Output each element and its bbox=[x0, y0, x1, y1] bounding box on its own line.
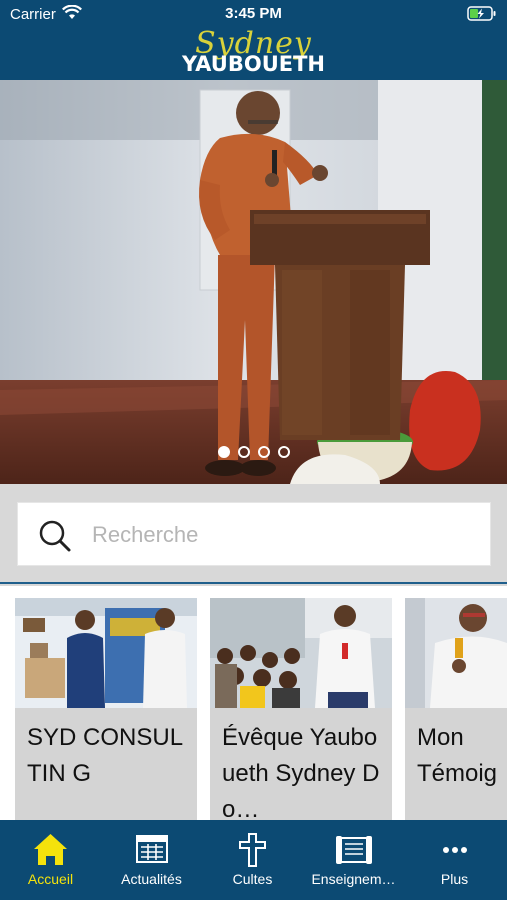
clock: 3:45 PM bbox=[225, 5, 282, 22]
search-box[interactable] bbox=[17, 502, 491, 566]
card-title: SYD CONSULTIN G bbox=[27, 724, 184, 787]
tab-label: Accueil bbox=[27, 871, 74, 887]
tab-actualites[interactable]: Actualités bbox=[101, 820, 202, 900]
card-image bbox=[15, 598, 197, 708]
card-image bbox=[405, 598, 507, 708]
carousel-dot-1[interactable] bbox=[217, 446, 230, 458]
tab-accueil[interactable]: Accueil bbox=[0, 820, 101, 900]
tab-plus[interactable]: Plus bbox=[404, 820, 507, 900]
search-section bbox=[0, 484, 507, 584]
tab-cultes[interactable]: Cultes bbox=[202, 820, 303, 900]
card-eveque[interactable]: Évêque Yauboueth Sydney Do… bbox=[210, 598, 392, 820]
home-icon bbox=[0, 832, 101, 868]
newspaper-icon bbox=[101, 832, 202, 868]
carousel-dot-4[interactable] bbox=[277, 446, 290, 458]
hero-photo bbox=[0, 80, 507, 484]
card-syd-consulting[interactable]: SYD CONSULTIN G bbox=[15, 598, 197, 820]
carousel-dot-2[interactable] bbox=[237, 446, 250, 458]
battery-charging-icon bbox=[467, 6, 497, 26]
app-logo: Sydney YAUBOUETH bbox=[0, 26, 507, 80]
carousel-indicator[interactable] bbox=[0, 446, 507, 458]
tab-label: Plus bbox=[440, 871, 469, 887]
tab-label: Cultes bbox=[232, 871, 273, 887]
hero-carousel[interactable] bbox=[0, 80, 507, 484]
cross-icon bbox=[202, 832, 303, 868]
bottom-tab-bar: Accueil Actualités Cultes Enseignem… Plu… bbox=[0, 820, 507, 900]
tab-enseignements[interactable]: Enseignem… bbox=[303, 820, 404, 900]
more-icon bbox=[404, 832, 505, 868]
tab-label: Enseignem… bbox=[311, 871, 396, 887]
app-header: Sydney YAUBOUETH bbox=[0, 26, 507, 80]
search-input[interactable] bbox=[92, 515, 472, 555]
card-title: Mon Témoig bbox=[417, 724, 498, 787]
tab-label: Actualités bbox=[121, 871, 182, 887]
search-icon[interactable] bbox=[38, 519, 72, 558]
status-bar: Carrier 3:45 PM bbox=[0, 0, 507, 28]
card-image bbox=[210, 598, 392, 708]
card-title: Évêque Yauboueth Sydney Do… bbox=[222, 724, 380, 820]
category-carousel[interactable]: SYD CONSULTIN G Évêque Yauboueth Sydney … bbox=[0, 586, 507, 820]
scroll-icon bbox=[303, 832, 404, 868]
carousel-dot-3[interactable] bbox=[257, 446, 270, 458]
card-temoignage[interactable]: Mon Témoig bbox=[405, 598, 507, 820]
logo-name-text: YAUBOUETH bbox=[181, 52, 325, 76]
